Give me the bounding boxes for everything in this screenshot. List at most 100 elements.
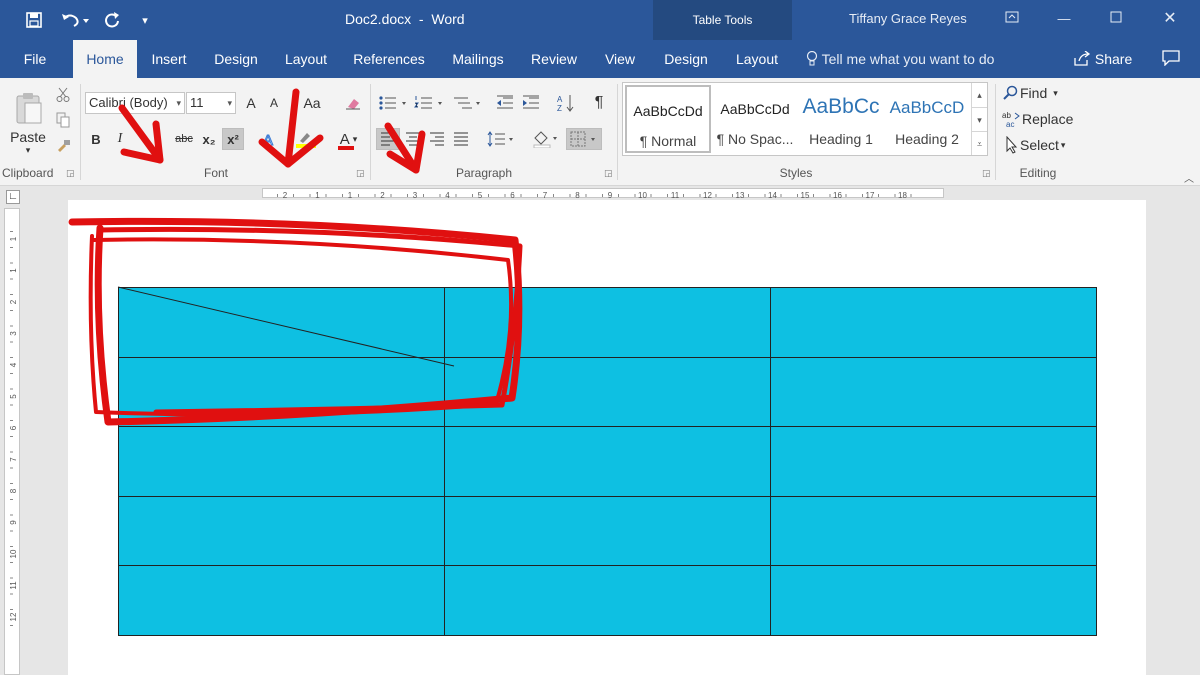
format-painter-icon[interactable] bbox=[52, 135, 74, 157]
ruler-tick-label: 8 bbox=[575, 191, 580, 200]
table-cell[interactable] bbox=[118, 356, 445, 428]
tell-me-search[interactable]: Tell me what you want to do bbox=[806, 50, 994, 67]
table-cell[interactable] bbox=[444, 565, 771, 636]
gallery-scroll-down-icon[interactable]: ▾ bbox=[971, 107, 987, 131]
table-cell[interactable] bbox=[770, 426, 1097, 497]
copy-icon[interactable] bbox=[52, 109, 74, 131]
vertical-ruler[interactable]: 1 1 2 3 4 5 6 7 8 9 10 11 12 bbox=[4, 208, 20, 675]
gallery-more-icon[interactable]: ⩡ bbox=[971, 131, 987, 155]
user-name[interactable]: Tiffany Grace Reyes bbox=[849, 11, 967, 26]
decrease-indent-icon[interactable] bbox=[494, 92, 516, 114]
text-effects-icon[interactable]: A bbox=[258, 128, 280, 150]
font-launcher-icon[interactable]: ◲ bbox=[356, 168, 365, 179]
table-cell[interactable] bbox=[770, 565, 1097, 636]
styles-launcher-icon[interactable]: ◲ bbox=[982, 168, 991, 179]
lightbulb-icon bbox=[806, 50, 822, 67]
table-cell[interactable] bbox=[444, 495, 771, 567]
bullets-icon[interactable] bbox=[376, 92, 410, 114]
ruler-tick-label: 4 bbox=[9, 362, 18, 367]
redo-icon[interactable] bbox=[100, 9, 124, 31]
multilevel-list-icon[interactable] bbox=[450, 92, 484, 114]
align-left-icon[interactable] bbox=[376, 128, 400, 150]
comments-icon[interactable] bbox=[1162, 50, 1180, 69]
tab-design[interactable]: Design bbox=[208, 40, 264, 78]
tab-view[interactable]: View bbox=[598, 40, 642, 78]
search-icon bbox=[1003, 85, 1018, 100]
save-icon[interactable] bbox=[22, 9, 46, 31]
subscript-button[interactable]: x₂ bbox=[198, 128, 220, 150]
table-cell[interactable] bbox=[444, 356, 771, 428]
style-no-spacing[interactable]: AaBbCcDd ¶ No Spac... bbox=[712, 85, 798, 153]
select-button[interactable]: Select ▾ bbox=[1002, 134, 1074, 156]
document-table[interactable] bbox=[118, 287, 1097, 636]
table-cell[interactable] bbox=[444, 287, 771, 358]
close-icon[interactable]: ✕ bbox=[1158, 8, 1182, 30]
italic-button[interactable]: I bbox=[110, 128, 130, 150]
numbering-icon[interactable] bbox=[412, 92, 446, 114]
font-size-combo[interactable]: 11 ▾ bbox=[186, 92, 236, 114]
style-heading-1[interactable]: AaBbCc Heading 1 bbox=[798, 85, 884, 153]
increase-indent-icon[interactable] bbox=[520, 92, 542, 114]
find-button[interactable]: Find ▾ bbox=[1002, 82, 1074, 104]
grow-font-button[interactable]: A bbox=[241, 92, 261, 114]
ruler-tick bbox=[683, 194, 684, 197]
align-center-icon[interactable] bbox=[402, 128, 424, 150]
undo-icon[interactable] bbox=[58, 9, 92, 31]
justify-icon[interactable] bbox=[450, 128, 472, 150]
ribbon-display-icon[interactable] bbox=[1000, 8, 1024, 30]
table-cell[interactable] bbox=[444, 426, 771, 497]
shading-icon[interactable] bbox=[530, 128, 562, 150]
tab-layout[interactable]: Layout bbox=[278, 40, 334, 78]
table-cell[interactable] bbox=[118, 495, 445, 567]
strikethrough-button[interactable]: abc bbox=[172, 128, 196, 150]
font-color-button[interactable]: A ▾ bbox=[330, 128, 364, 150]
share-button[interactable]: Share bbox=[1073, 50, 1132, 67]
tab-mailings[interactable]: Mailings bbox=[444, 40, 512, 78]
gallery-scroll-up-icon[interactable]: ▴ bbox=[971, 83, 987, 107]
tab-insert[interactable]: Insert bbox=[145, 40, 193, 78]
maximize-icon[interactable] bbox=[1104, 8, 1128, 30]
replace-button[interactable]: ab ac Replace bbox=[1002, 108, 1080, 130]
bold-button[interactable]: B bbox=[86, 128, 106, 150]
collapse-ribbon-icon[interactable]: ︿ bbox=[1184, 170, 1194, 185]
customize-icon[interactable]: ▾ bbox=[136, 9, 154, 31]
tab-file[interactable]: File bbox=[14, 40, 56, 78]
ribbon-tabs: File Home Insert Design Layout Reference… bbox=[0, 40, 1200, 78]
clear-formatting-icon[interactable] bbox=[342, 92, 364, 114]
minimize-icon[interactable]: — bbox=[1052, 8, 1076, 30]
table-cell[interactable] bbox=[770, 495, 1097, 567]
show-formatting-button[interactable]: ¶ bbox=[588, 92, 610, 114]
tab-home[interactable]: Home bbox=[73, 40, 137, 78]
ruler-tick bbox=[10, 231, 13, 232]
paste-button[interactable]: Paste ▾ bbox=[8, 84, 48, 162]
line-spacing-icon[interactable] bbox=[484, 128, 518, 150]
style-heading-2[interactable]: AaBbCcD Heading 2 bbox=[884, 85, 970, 153]
table-cell[interactable] bbox=[770, 287, 1097, 358]
style-normal[interactable]: AaBbCcDd ¶ Normal bbox=[625, 85, 711, 153]
tab-review[interactable]: Review bbox=[526, 40, 582, 78]
table-cell[interactable] bbox=[770, 356, 1097, 428]
tab-table-design[interactable]: Design bbox=[656, 40, 716, 78]
table-cell[interactable] bbox=[118, 287, 445, 358]
sort-icon[interactable]: AZ bbox=[554, 92, 578, 114]
font-name-combo[interactable]: Calibri (Body) ▾ bbox=[85, 92, 185, 114]
cut-icon[interactable] bbox=[52, 84, 74, 106]
tab-selector-icon[interactable]: ∟ bbox=[6, 190, 20, 204]
table-cell[interactable] bbox=[118, 565, 445, 636]
ruler-tick-label: 11 bbox=[671, 191, 680, 200]
paragraph-launcher-icon[interactable]: ◲ bbox=[604, 168, 613, 179]
ruler-tick bbox=[10, 499, 13, 500]
superscript-button[interactable]: x² bbox=[222, 128, 244, 150]
align-right-icon[interactable] bbox=[426, 128, 448, 150]
table-cell[interactable] bbox=[118, 426, 445, 497]
highlight-icon[interactable]: ▾ bbox=[290, 128, 326, 150]
horizontal-ruler[interactable]: 2 1 1 2 3 4 5 6 7 8 9 10 11 12 13 14 15 16 17 18 bbox=[262, 188, 944, 200]
borders-icon[interactable] bbox=[566, 128, 602, 150]
ruler-tick-label: 12 bbox=[9, 612, 18, 621]
tab-references[interactable]: References bbox=[348, 40, 430, 78]
ruler-tick-label: 6 bbox=[510, 191, 515, 200]
change-case-button[interactable]: Aa bbox=[296, 92, 328, 114]
clipboard-launcher-icon[interactable]: ◲ bbox=[66, 168, 75, 179]
shrink-font-button[interactable]: A bbox=[264, 92, 284, 114]
tab-table-layout[interactable]: Layout bbox=[728, 40, 786, 78]
